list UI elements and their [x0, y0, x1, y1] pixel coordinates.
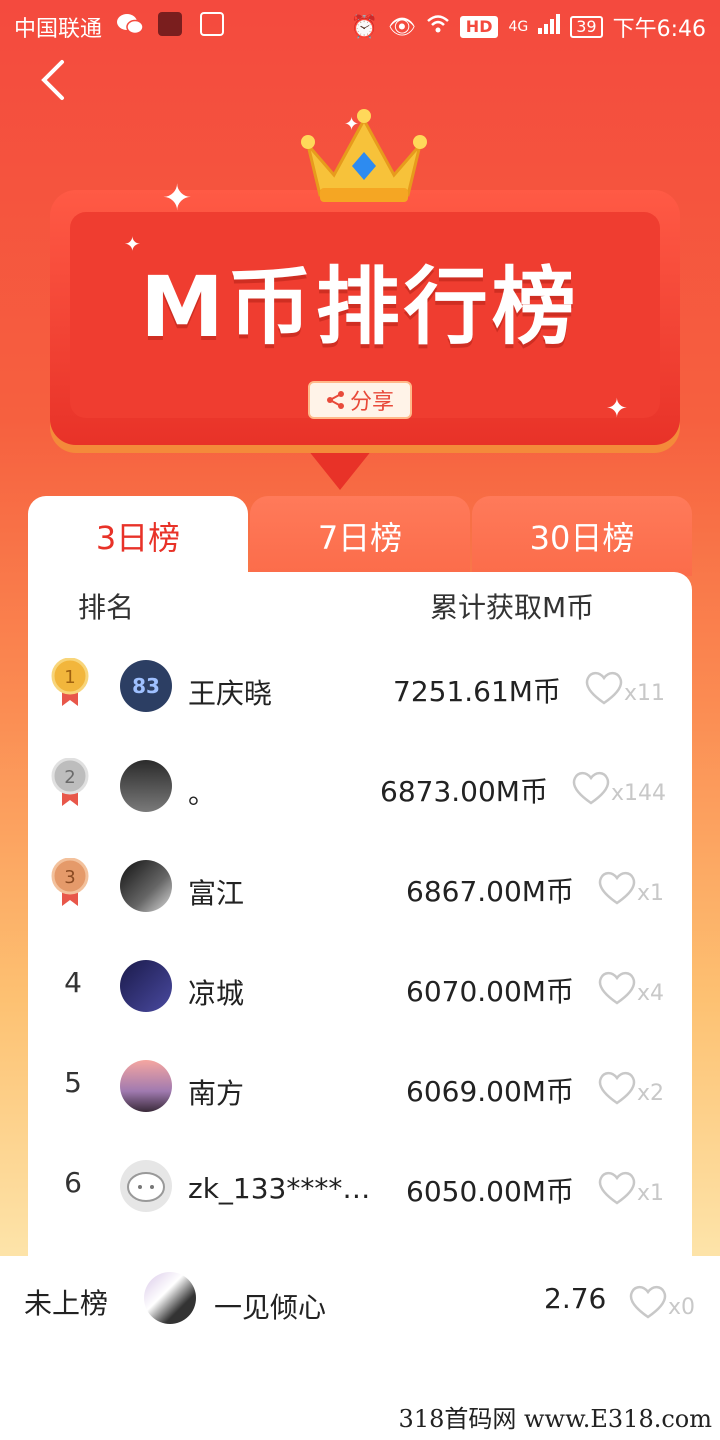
user-name: 王庆晓	[188, 677, 273, 710]
table-row[interactable]: 3 富江 6867.00M币 x1	[28, 836, 692, 936]
watermark: 318首码网 www.E318.com	[398, 1405, 712, 1433]
like-button[interactable]: x144	[571, 770, 666, 806]
my-avatar	[144, 1272, 196, 1324]
page-title: M币排行榜	[140, 258, 580, 356]
like-button[interactable]: x11	[584, 670, 665, 706]
table-row[interactable]: 5 南方 6069.00M币 x2	[28, 1036, 692, 1136]
status-bar: 中国联通 ⏰ 👁 HD 4G 39 下午6:46	[0, 0, 720, 48]
user-name: zk_133****2…	[188, 1172, 383, 1205]
user-name: 。	[188, 777, 217, 810]
svg-text:3: 3	[64, 867, 75, 888]
wechat-icon	[116, 12, 144, 36]
my-like-count: x0	[668, 1295, 696, 1320]
avatar	[120, 760, 172, 812]
hd-badge: HD	[459, 16, 499, 38]
like-count: x11	[624, 681, 666, 706]
eye-icon: 👁	[387, 14, 416, 40]
chevron-left-icon	[41, 60, 64, 100]
tab-3-day[interactable]: 3日榜	[28, 496, 248, 576]
my-coin-amount: 2.76	[544, 1282, 607, 1315]
crown-icon	[298, 100, 430, 210]
sparkle-icon: ✦	[344, 114, 360, 135]
user-name: 南方	[188, 1077, 245, 1110]
tab-30-day[interactable]: 30日榜	[472, 496, 692, 576]
like-button[interactable]: x1	[597, 1170, 664, 1206]
share-button[interactable]: 分享	[308, 381, 412, 419]
heart-icon	[585, 671, 623, 705]
like-button[interactable]: x2	[597, 1070, 664, 1106]
heart-icon	[598, 1171, 636, 1205]
like-button[interactable]: x1	[597, 870, 664, 906]
coin-amount: 7251.61M币	[393, 675, 561, 708]
my-user-name: 一见倾心	[214, 1291, 327, 1324]
sparkle-icon: ✦	[162, 178, 193, 219]
battery-indicator: 39	[570, 16, 603, 38]
like-count: x144	[611, 781, 667, 806]
signal-icon	[538, 14, 561, 40]
avatar	[120, 960, 172, 1012]
user-name: 富江	[188, 877, 245, 910]
rank-number: 5	[64, 1066, 82, 1099]
table-row[interactable]: 4 凉城 6070.00M币 x4	[28, 936, 692, 1036]
user-name: 凉城	[188, 977, 245, 1010]
carrier-label: 中国联通	[14, 17, 103, 42]
like-button[interactable]: x4	[597, 970, 664, 1006]
svg-text:1: 1	[64, 667, 75, 688]
image-icon	[200, 12, 224, 36]
coin-amount: 6069.00M币	[406, 1075, 574, 1108]
gold-medal-icon: 1	[50, 657, 90, 708]
heart-icon	[598, 871, 636, 905]
network-label: 4G	[508, 19, 529, 35]
bronze-medal-icon: 3	[50, 857, 90, 908]
coin-amount: 6070.00M币	[406, 975, 574, 1008]
app-notification-icon	[158, 12, 182, 36]
table-row[interactable]: 6 zk_133****2… 6050.00M币 x1	[28, 1136, 692, 1236]
avatar	[120, 860, 172, 912]
wifi-icon	[426, 14, 450, 40]
like-count: x1	[637, 881, 665, 906]
default-avatar-icon	[127, 1172, 165, 1202]
coins-column-header: 累计获取M币	[430, 591, 595, 624]
rank-number: 6	[64, 1166, 82, 1199]
avatar	[120, 1060, 172, 1112]
sparkle-icon: ✦	[606, 394, 628, 424]
alarm-icon: ⏰	[350, 14, 378, 40]
back-button[interactable]	[34, 58, 78, 102]
coin-amount: 6873.00M币	[380, 775, 548, 808]
heart-icon	[598, 1071, 636, 1105]
coin-amount: 6867.00M币	[406, 875, 574, 908]
table-row[interactable]: 1 83 王庆晓 7251.61M币 x11	[28, 636, 692, 736]
avatar	[120, 1160, 172, 1212]
share-icon	[326, 391, 344, 409]
table-row[interactable]: 2 。 6873.00M币 x144	[28, 736, 692, 836]
my-rank-label: 未上榜	[24, 1287, 109, 1320]
my-rank-bar: 未上榜 一见倾心 2.76 x0 318首码网 www.E318.com	[0, 1256, 720, 1440]
heart-icon	[598, 971, 636, 1005]
silver-medal-icon: 2	[50, 757, 90, 808]
tab-7-day[interactable]: 7日榜	[250, 496, 470, 576]
like-count: x4	[637, 981, 665, 1006]
share-label: 分享	[349, 390, 394, 415]
banner-pointer	[300, 440, 380, 490]
like-count: x2	[637, 1081, 665, 1106]
heart-icon	[572, 771, 610, 805]
rank-column-header: 排名	[78, 591, 135, 624]
my-like-button[interactable]: x0	[628, 1284, 695, 1320]
clock: 下午6:46	[612, 17, 706, 42]
avatar: 83	[120, 660, 172, 712]
rank-number: 4	[64, 966, 82, 999]
period-tabs: 3日榜 7日榜 30日榜	[28, 496, 692, 576]
svg-text:2: 2	[64, 767, 75, 788]
like-count: x1	[637, 1181, 665, 1206]
coin-amount: 6050.00M币	[406, 1175, 574, 1208]
heart-icon	[629, 1285, 667, 1319]
